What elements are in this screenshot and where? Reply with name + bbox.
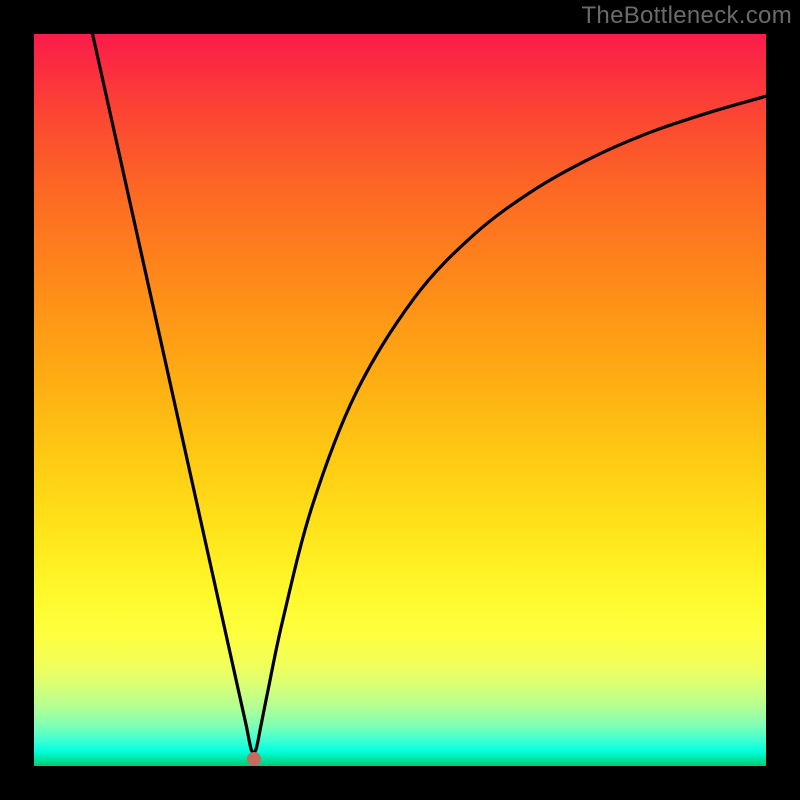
watermark-text: TheBottleneck.com [581, 2, 792, 30]
bottleneck-curve [93, 34, 766, 753]
curve-svg [34, 34, 766, 766]
chart-frame: TheBottleneck.com [0, 0, 800, 800]
optimum-marker-dot [247, 752, 261, 766]
plot-area [34, 34, 766, 766]
